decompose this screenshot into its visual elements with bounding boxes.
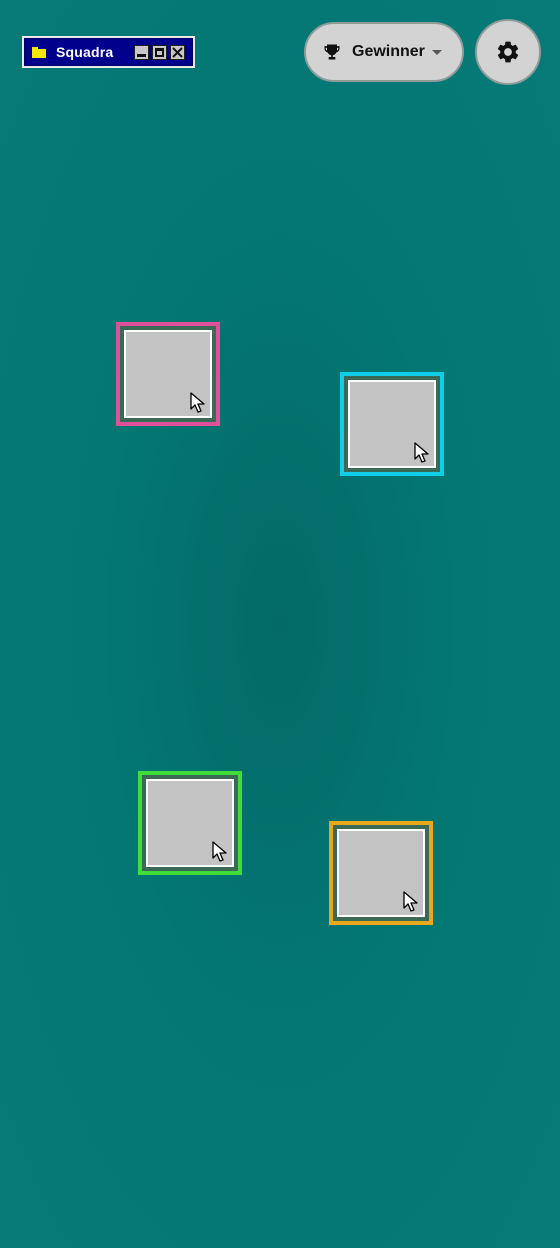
minimize-icon[interactable] bbox=[134, 44, 149, 60]
winners-label: Gewinner bbox=[352, 43, 425, 60]
settings-button[interactable] bbox=[475, 19, 541, 85]
window-title: Squadra bbox=[56, 44, 114, 60]
winners-dropdown-button[interactable]: Gewinner bbox=[304, 22, 464, 82]
cursor-icon bbox=[414, 442, 429, 463]
player-tile-orange[interactable] bbox=[329, 821, 433, 925]
tile-square bbox=[124, 330, 212, 418]
player-tile-cyan[interactable] bbox=[340, 372, 444, 476]
window-titlebar: Squadra bbox=[22, 36, 195, 68]
tile-square bbox=[348, 380, 436, 468]
tile-square bbox=[337, 829, 425, 917]
player-tile-pink[interactable] bbox=[116, 322, 220, 426]
cursor-icon bbox=[403, 891, 418, 912]
folder-icon bbox=[32, 46, 46, 58]
cursor-icon bbox=[212, 841, 227, 862]
window-controls bbox=[134, 44, 185, 60]
cursor-icon bbox=[190, 392, 205, 413]
gear-icon bbox=[497, 41, 519, 63]
maximize-icon[interactable] bbox=[152, 44, 167, 60]
tile-square bbox=[146, 779, 234, 867]
player-tile-green[interactable] bbox=[138, 771, 242, 875]
close-icon[interactable] bbox=[170, 44, 185, 60]
trophy-icon bbox=[324, 44, 340, 60]
caret-down-icon bbox=[432, 49, 442, 55]
